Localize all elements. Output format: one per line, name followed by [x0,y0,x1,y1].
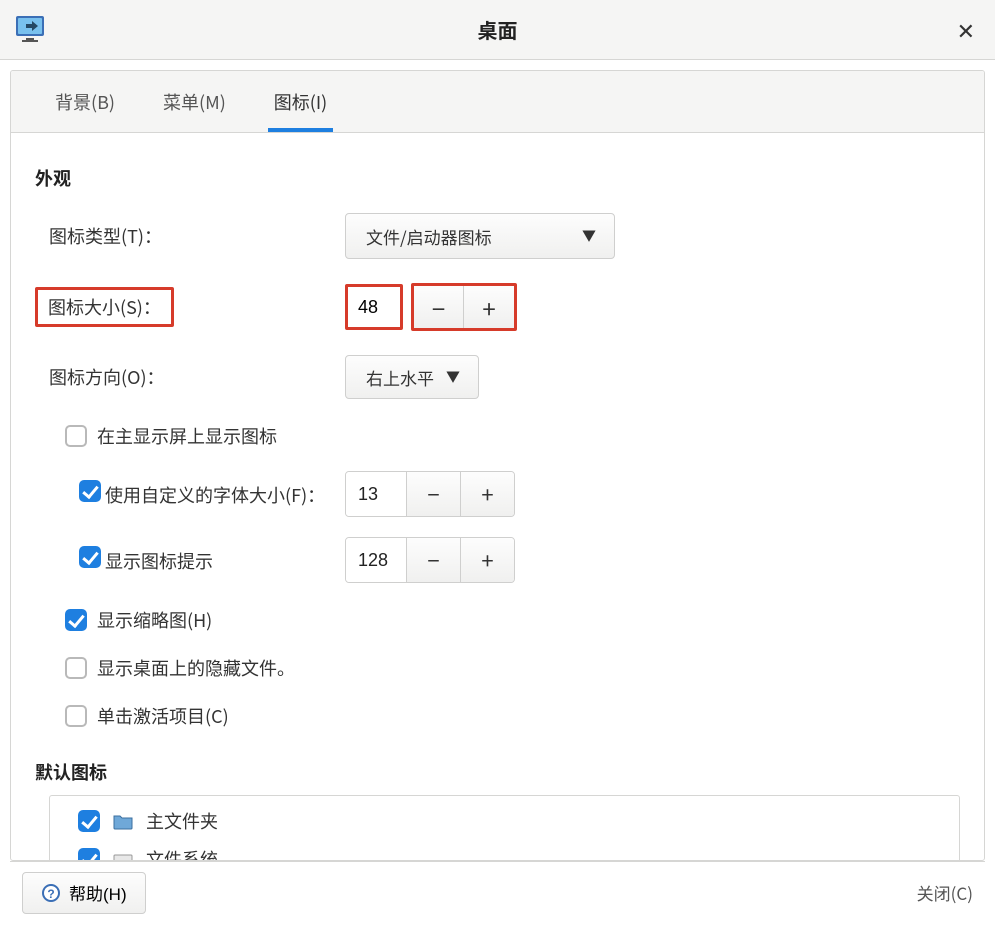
icon-size-minus[interactable]: − [414,286,464,328]
label-icon-size: 图标大小(S)： [35,287,174,327]
default-icons-list: 主文件夹 文件系统 回收站 [49,795,960,860]
select-icon-direction-value: 右上水平 [366,365,434,390]
tab-background[interactable]: 背景(B) [31,71,139,132]
tooltip-size-plus[interactable]: + [460,538,514,582]
input-icon-size[interactable] [348,287,400,327]
font-size-minus[interactable]: − [406,472,460,516]
row-single-click: 单击激活项目(C) [35,703,960,729]
row-show-thumbs: 显示缩略图(H) [35,607,960,633]
tab-icons[interactable]: 图标(I) [250,71,351,132]
label-custom-font-size: 使用自定义的字体大小(F)： [105,482,325,508]
footer: ? 帮助(H) 关闭(C) [10,861,985,923]
label-show-tooltip: 显示图标提示 [105,548,213,574]
checkbox-show-hidden[interactable] [65,657,87,679]
tab-icons-label: 图标(I) [274,89,327,115]
list-item-label: 主文件夹 [146,808,218,834]
tab-background-label: 背景(B) [55,89,115,115]
label-icon-direction: 图标方向(O)： [35,364,345,390]
help-button-label: 帮助(H) [69,880,127,905]
tab-menu-label: 菜单(M) [163,89,226,115]
close-button[interactable]: ✕ [957,19,975,41]
section-default-icons-title: 默认图标 [35,759,960,785]
label-show-thumbs: 显示缩略图(H) [97,607,212,633]
help-icon: ? [41,883,61,903]
row-show-hidden: 显示桌面上的隐藏文件。 [35,655,960,681]
label-single-click: 单击激活项目(C) [97,703,229,729]
content-area: 背景(B) 菜单(M) 图标(I) 外观 图标类型(T)： 文件/启动器图标 ▼ [0,60,995,933]
tab-menu[interactable]: 菜单(M) [139,71,250,132]
drive-icon [112,849,134,860]
app-icon [12,10,48,46]
select-icon-direction[interactable]: 右上水平 ▼ [345,355,479,399]
row-icon-type: 图标类型(T)： 文件/启动器图标 ▼ [35,213,960,259]
select-icon-type[interactable]: 文件/启动器图标 ▼ [345,213,615,259]
checkbox-default-filesystem[interactable] [78,848,100,860]
help-button[interactable]: ? 帮助(H) [22,872,146,914]
row-show-tooltip: 显示图标提示 − + [35,537,960,583]
list-item[interactable]: 文件系统 [50,840,959,860]
label-show-on-primary: 在主显示屏上显示图标 [97,423,277,449]
checkbox-show-on-primary[interactable] [65,425,87,447]
list-item[interactable]: 主文件夹 [50,802,959,840]
list-item-label: 文件系统 [146,846,218,860]
tabs: 背景(B) 菜单(M) 图标(I) [11,71,984,133]
checkbox-custom-font-size[interactable] [79,480,101,502]
close-button-footer[interactable]: 关闭(C) [917,880,973,905]
spin-custom-font-size: − + [345,471,515,517]
row-icon-size: 图标大小(S)： − + [35,283,960,331]
settings-panel: 背景(B) 菜单(M) 图标(I) 外观 图标类型(T)： 文件/启动器图标 ▼ [10,70,985,861]
checkbox-single-click[interactable] [65,705,87,727]
tooltip-size-minus[interactable]: − [406,538,460,582]
titlebar: 桌面 ✕ [0,0,995,60]
checkbox-default-home[interactable] [78,810,100,832]
label-icon-type: 图标类型(T)： [35,223,345,249]
label-show-hidden: 显示桌面上的隐藏文件。 [97,655,295,681]
checkbox-show-tooltip[interactable] [79,546,101,568]
chevron-down-icon: ▼ [582,226,596,246]
input-tooltip-size[interactable] [346,538,406,582]
spin-tooltip-size: − + [345,537,515,583]
font-size-plus[interactable]: + [460,472,514,516]
window-title: 桌面 [20,15,975,44]
svg-text:?: ? [47,887,54,901]
checkbox-show-thumbs[interactable] [65,609,87,631]
form-area: 外观 图标类型(T)： 文件/启动器图标 ▼ 图标大小(S)： [11,133,984,860]
select-icon-type-value: 文件/启动器图标 [366,224,492,249]
folder-icon [112,811,134,831]
row-custom-font-size: 使用自定义的字体大小(F)： − + [35,471,960,517]
input-custom-font-size[interactable] [346,472,406,516]
row-icon-direction: 图标方向(O)： 右上水平 ▼ [35,355,960,399]
chevron-down-icon: ▼ [446,367,460,387]
row-show-on-primary: 在主显示屏上显示图标 [35,423,960,449]
section-appearance-title: 外观 [35,165,960,191]
icon-size-plus[interactable]: + [464,286,514,328]
